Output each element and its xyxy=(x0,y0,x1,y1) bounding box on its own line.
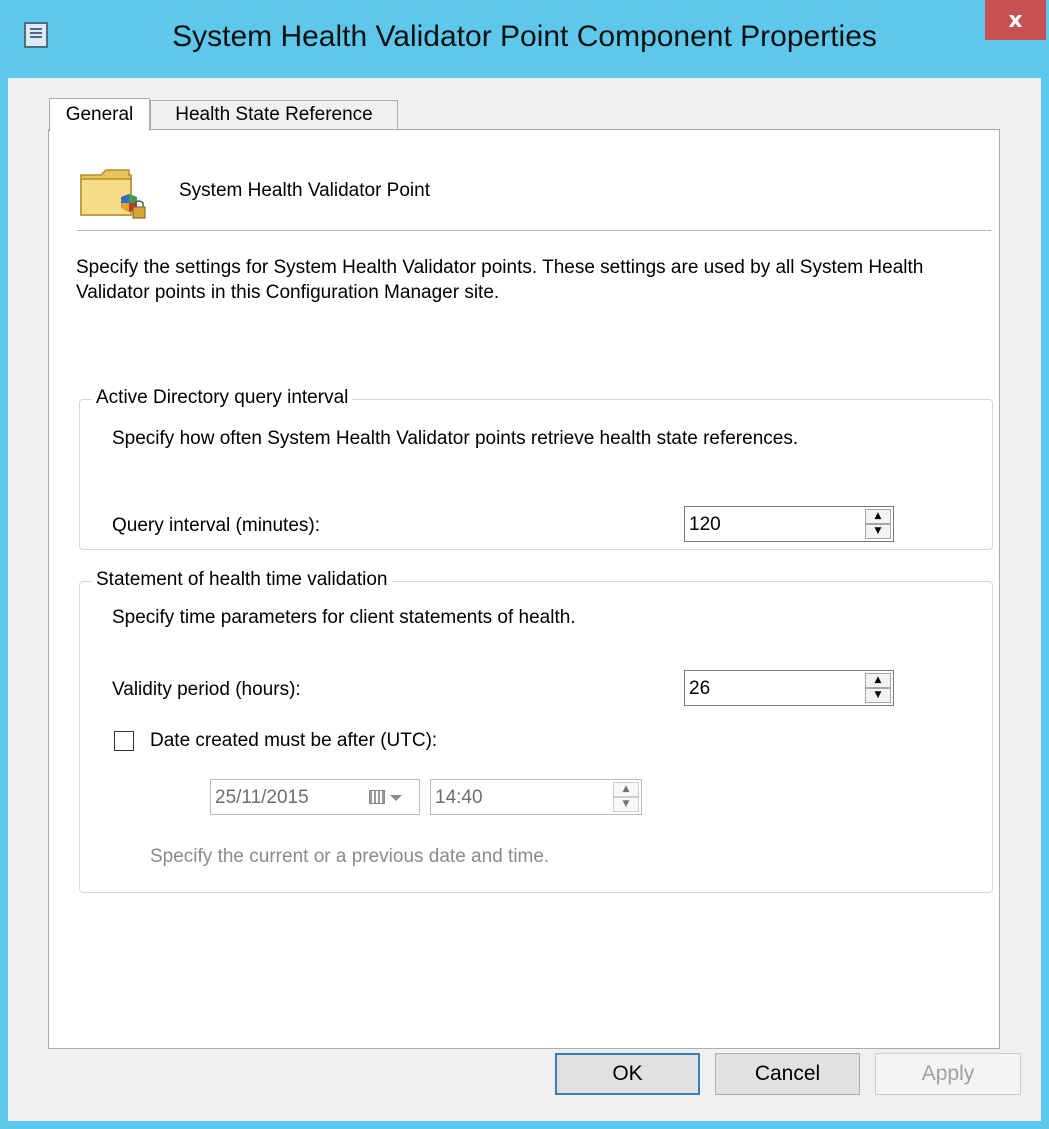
group-title: Active Directory query interval xyxy=(92,387,353,409)
apply-button[interactable]: Apply xyxy=(875,1053,1021,1095)
settings-description: Specify the settings for System Health V… xyxy=(76,257,924,303)
general-tab-panel: System Health Validator Point Specify th… xyxy=(48,129,1000,1049)
spin-down-icon[interactable]: ▼ xyxy=(865,688,891,703)
spin-up-icon[interactable]: ▲ xyxy=(865,673,891,688)
query-interval-stepper[interactable]: 120 ▲ ▼ xyxy=(684,506,894,542)
query-interval-value[interactable]: 120 xyxy=(689,514,721,536)
validity-period-label: Validity period (hours): xyxy=(112,679,301,700)
chevron-down-icon[interactable] xyxy=(390,795,402,801)
spin-up-icon[interactable]: ▲ xyxy=(865,509,891,524)
date-created-checkbox[interactable] xyxy=(114,731,134,751)
cancel-button[interactable]: Cancel xyxy=(715,1053,860,1095)
date-created-label[interactable]: Date created must be after (UTC): xyxy=(150,730,437,752)
close-button[interactable]: x xyxy=(985,0,1046,40)
soh-time-validation-group: Statement of health time validation Spec… xyxy=(79,569,993,893)
validity-period-value[interactable]: 26 xyxy=(689,678,710,700)
folder-shield-lock-icon xyxy=(80,169,146,219)
tab-health-state-reference[interactable]: Health State Reference xyxy=(150,100,398,130)
ad-query-interval-group: Active Directory query interval Specify … xyxy=(79,387,993,550)
spin-down-icon[interactable]: ▼ xyxy=(613,797,639,812)
spin-up-icon[interactable]: ▲ xyxy=(613,782,639,797)
query-interval-label: Query interval (minutes): xyxy=(112,515,321,536)
tab-general[interactable]: General xyxy=(49,98,150,131)
time-value: 14:40 xyxy=(435,787,483,808)
component-name: System Health Validator Point xyxy=(179,180,430,201)
time-picker[interactable]: 14:40 ▲ ▼ xyxy=(430,779,642,815)
validity-period-stepper[interactable]: 26 ▲ ▼ xyxy=(684,670,894,706)
group-title: Statement of health time validation xyxy=(92,569,392,591)
date-time-hint: Specify the current or a previous date a… xyxy=(150,846,550,867)
calendar-icon[interactable] xyxy=(369,790,385,804)
properties-dialog: System Health Validator Point Component … xyxy=(0,0,1049,1129)
dialog-client-area: General Health State Reference System He… xyxy=(8,78,1041,1121)
window-title: System Health Validator Point Component … xyxy=(172,20,877,53)
ok-button[interactable]: OK xyxy=(555,1053,700,1095)
group-description: Specify how often System Health Validato… xyxy=(112,428,799,449)
spin-down-icon[interactable]: ▼ xyxy=(865,524,891,539)
date-value: 25/11/2015 xyxy=(215,787,309,808)
date-picker[interactable]: 25/11/2015 xyxy=(210,779,420,815)
group-description: Specify time parameters for client state… xyxy=(112,607,576,628)
title-bar[interactable]: System Health Validator Point Component … xyxy=(0,0,1049,78)
header-divider xyxy=(77,230,991,231)
